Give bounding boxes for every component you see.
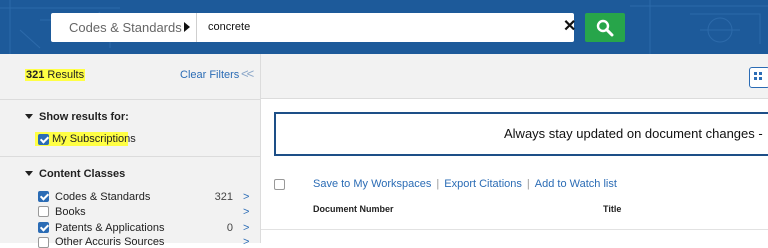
banner-text: Always stay updated on document changes … bbox=[504, 126, 763, 141]
caret-down-icon bbox=[25, 113, 33, 119]
column-header-title[interactable]: Title bbox=[603, 204, 621, 214]
expand-arrow-icon[interactable]: > bbox=[243, 236, 249, 248]
header-bar: Codes & Standards concrete ✕ bbox=[0, 0, 768, 54]
search-input[interactable]: concrete bbox=[208, 13, 250, 42]
grid-icon bbox=[759, 72, 762, 75]
results-count: 321 Results bbox=[25, 69, 86, 81]
filter-label-patents: Patents & Applications bbox=[55, 222, 165, 234]
notification-banner[interactable]: Always stay updated on document changes … bbox=[274, 112, 768, 156]
caret-right-icon bbox=[184, 22, 190, 32]
close-icon[interactable]: ✕ bbox=[563, 18, 576, 36]
divider bbox=[0, 156, 260, 157]
content-classes-heading[interactable]: Content Classes bbox=[25, 168, 125, 180]
expand-arrow-icon[interactable]: > bbox=[243, 222, 249, 234]
bulk-actions: Save to My Workspaces | Export Citations | A… bbox=[313, 178, 617, 190]
codes-standards-checkbox[interactable] bbox=[38, 191, 49, 202]
filter-label-other-sources: Other Accuris Sources bbox=[55, 236, 165, 248]
grid-icon bbox=[759, 77, 762, 80]
grid-icon bbox=[754, 77, 757, 80]
grid-icon bbox=[754, 72, 757, 75]
search-icon bbox=[596, 19, 614, 37]
export-citations-link[interactable]: Export Citations bbox=[444, 178, 522, 190]
books-checkbox[interactable] bbox=[38, 206, 49, 217]
filter-label-books: Books bbox=[55, 206, 86, 218]
caret-down-icon bbox=[25, 170, 33, 176]
divider bbox=[261, 229, 768, 230]
separator: | bbox=[436, 178, 440, 190]
grid-view-button[interactable] bbox=[749, 67, 768, 88]
save-to-workspaces-link[interactable]: Save to My Workspaces bbox=[313, 178, 431, 190]
search-button[interactable] bbox=[585, 13, 625, 42]
my-subscriptions-label: My Subscriptions bbox=[52, 133, 136, 145]
divider bbox=[0, 99, 260, 100]
clear-filters-link[interactable]: Clear Filters bbox=[180, 69, 239, 81]
filter-sidebar: 321 Results Clear Filters << Show result… bbox=[0, 54, 261, 248]
filter-count: 0 bbox=[226, 222, 233, 234]
scope-label: Codes & Standards bbox=[69, 20, 182, 35]
my-subscriptions-checkbox[interactable] bbox=[38, 134, 49, 145]
column-header-document-number[interactable]: Document Number bbox=[313, 204, 394, 214]
results-toolbar bbox=[261, 54, 768, 99]
filter-label-codes-standards: Codes & Standards bbox=[55, 191, 151, 203]
select-all-checkbox[interactable] bbox=[274, 179, 285, 190]
filter-count: 321 bbox=[214, 191, 233, 203]
add-to-watch-list-link[interactable]: Add to Watch list bbox=[535, 178, 617, 190]
expand-arrow-icon[interactable]: > bbox=[243, 191, 249, 203]
collapse-sidebar-icon[interactable]: << bbox=[241, 66, 254, 81]
patents-checkbox[interactable] bbox=[38, 222, 49, 233]
separator: | bbox=[526, 178, 530, 190]
scope-dropdown[interactable]: Codes & Standards bbox=[51, 13, 197, 42]
search-bar: Codes & Standards concrete ✕ bbox=[51, 13, 576, 42]
show-results-heading[interactable]: Show results for: bbox=[25, 111, 129, 123]
results-panel: Always stay updated on document changes … bbox=[261, 54, 768, 243]
expand-arrow-icon[interactable]: > bbox=[243, 206, 249, 218]
